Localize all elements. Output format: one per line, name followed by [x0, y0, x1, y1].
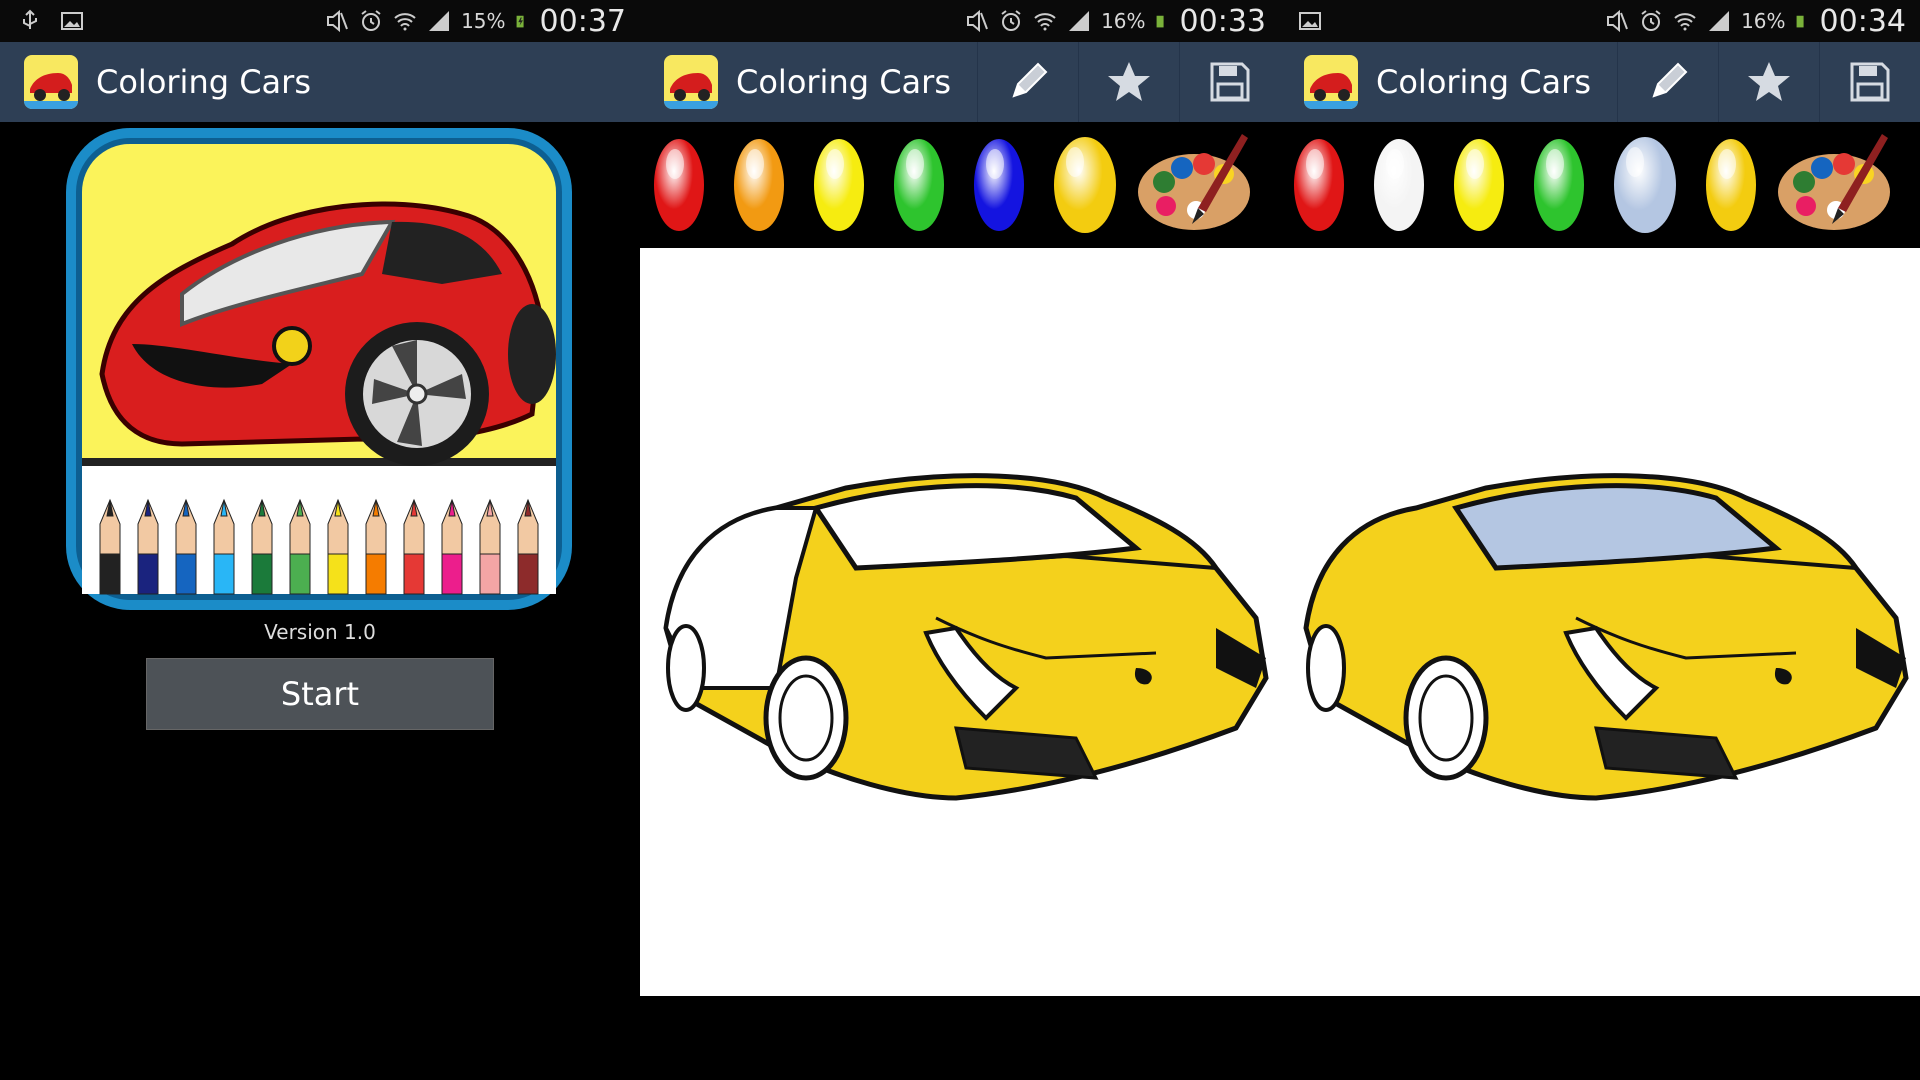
- save-icon: [1850, 62, 1890, 102]
- app-title: Coloring Cars: [96, 63, 311, 101]
- clock: 00:33: [1179, 3, 1266, 39]
- color-swatch-blue[interactable]: [974, 139, 1024, 231]
- color-swatch-gold[interactable]: [1706, 139, 1756, 231]
- car-drawing[interactable]: [656, 428, 1280, 808]
- battery-icon: [516, 15, 524, 28]
- color-swatch-green[interactable]: [894, 139, 944, 231]
- save-button[interactable]: [1179, 42, 1280, 122]
- car-drawing[interactable]: [1296, 428, 1920, 808]
- color-palette: [1280, 122, 1920, 248]
- palette-brush-icon[interactable]: [1776, 130, 1904, 240]
- favorite-button[interactable]: [1718, 42, 1819, 122]
- color-swatch-red[interactable]: [654, 139, 704, 231]
- mute-icon: [967, 9, 989, 33]
- color-swatch-yellow[interactable]: [1454, 139, 1504, 231]
- image-icon: [61, 12, 83, 30]
- alarm-icon: [1641, 10, 1661, 31]
- drawing-canvas[interactable]: [1280, 248, 1920, 996]
- palette-brush-icon[interactable]: [1136, 130, 1264, 240]
- action-bar: Coloring Cars: [0, 42, 640, 122]
- wifi-icon: [1674, 13, 1696, 31]
- favorite-button[interactable]: [1078, 42, 1179, 122]
- status-bar: 15% 00:37: [0, 0, 640, 42]
- pencil-icon: [1652, 62, 1688, 98]
- signal-icon: [429, 11, 450, 31]
- wifi-icon: [1034, 13, 1056, 31]
- battery-percent: 15%: [461, 9, 506, 33]
- color-swatch-lightblue-selected[interactable]: [1614, 137, 1676, 233]
- clock: 00:34: [1819, 3, 1906, 39]
- wifi-icon: [394, 13, 416, 31]
- color-palette: [640, 122, 1280, 248]
- drawing-canvas[interactable]: [640, 248, 1280, 996]
- usb-icon: [23, 9, 37, 29]
- color-swatch-red[interactable]: [1294, 139, 1344, 231]
- color-swatch-white[interactable]: [1374, 139, 1424, 231]
- action-bar: Coloring Cars: [1280, 42, 1920, 122]
- battery-percent: 16%: [1741, 9, 1786, 33]
- coloring-screen: 16% 00:33 Coloring Cars: [640, 0, 1280, 1080]
- star-icon: [1748, 62, 1790, 101]
- version-label: Version 1.0: [264, 620, 376, 644]
- alarm-icon: [1001, 10, 1021, 31]
- app-title: Coloring Cars: [1376, 63, 1591, 101]
- pencil-icon: [1012, 62, 1048, 98]
- app-title: Coloring Cars: [736, 63, 951, 101]
- signal-icon: [1709, 11, 1730, 31]
- start-button[interactable]: Start: [146, 658, 494, 730]
- action-bar: Coloring Cars: [640, 42, 1280, 122]
- color-swatch-gold-selected[interactable]: [1054, 137, 1116, 233]
- color-swatch-green[interactable]: [1534, 139, 1584, 231]
- alarm-icon: [361, 10, 381, 31]
- coloring-screen-2: 16% 00:34 Coloring Cars: [1280, 0, 1920, 1080]
- pencil-button[interactable]: [977, 42, 1078, 122]
- signal-icon: [1069, 11, 1090, 31]
- app-logo: [1304, 55, 1358, 109]
- app-logo: [24, 55, 78, 109]
- color-swatch-orange[interactable]: [734, 139, 784, 231]
- battery-icon: [1796, 15, 1804, 28]
- start-screen: 15% 00:37 Coloring Cars Version 1.0 Star…: [0, 0, 640, 1080]
- status-bar: 16% 00:34: [1280, 0, 1920, 42]
- battery-icon: [1156, 15, 1164, 28]
- mute-icon: [1607, 9, 1629, 33]
- pencil-button[interactable]: [1617, 42, 1718, 122]
- save-icon: [1210, 62, 1250, 102]
- star-icon: [1108, 62, 1150, 101]
- color-swatch-yellow[interactable]: [814, 139, 864, 231]
- app-icon-large: [66, 128, 572, 610]
- status-bar: 16% 00:33: [640, 0, 1280, 42]
- app-logo: [664, 55, 718, 109]
- save-button[interactable]: [1819, 42, 1920, 122]
- image-icon: [1299, 12, 1321, 30]
- battery-percent: 16%: [1101, 9, 1146, 33]
- mute-icon: [327, 9, 349, 33]
- clock: 00:37: [539, 3, 626, 39]
